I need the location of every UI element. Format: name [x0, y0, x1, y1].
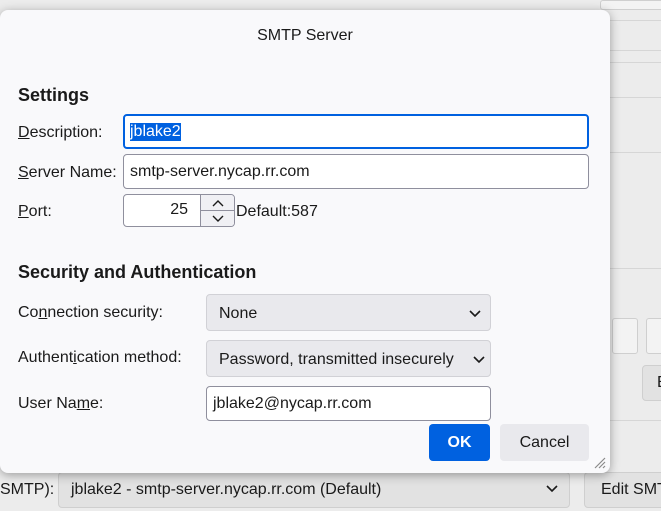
description-label: Description:	[18, 124, 103, 141]
user-name-label: User Name:	[18, 395, 104, 412]
port-label: Port:	[18, 203, 52, 220]
background-divider	[610, 97, 661, 98]
dialog-title: SMTP Server	[257, 27, 353, 44]
port-decrement-button[interactable]	[200, 211, 234, 226]
outgoing-server-label: SMTP):	[0, 481, 55, 498]
settings-heading: Settings	[18, 85, 90, 105]
chevron-down-icon	[545, 481, 559, 500]
description-value: jblake2	[130, 122, 181, 141]
background-input	[646, 318, 661, 354]
server-name-label: Server Name:	[18, 164, 117, 181]
background-edit-button[interactable]: E	[642, 365, 661, 401]
resize-grip-icon[interactable]	[592, 455, 606, 469]
server-name-value: smtp-server.nycap.rr.com	[130, 162, 310, 180]
background-divider	[610, 50, 661, 51]
description-input[interactable]: jblake2	[123, 114, 589, 149]
chevron-down-icon	[472, 352, 486, 371]
port-default-text: Default:587	[236, 203, 318, 220]
port-value: 25	[170, 201, 188, 218]
background-divider	[610, 20, 661, 21]
chevron-down-icon	[212, 215, 223, 222]
connection-security-label: Connection security:	[18, 304, 163, 321]
smtp-server-dialog: SMTP Server Settings Description: jblake…	[0, 10, 610, 473]
outgoing-server-select[interactable]: jblake2 - smtp-server.nycap.rr.com (Defa…	[58, 472, 570, 508]
background-divider	[610, 62, 661, 63]
server-name-input[interactable]: smtp-server.nycap.rr.com	[123, 154, 589, 189]
background-divider	[610, 268, 661, 269]
authentication-method-select[interactable]: Password, transmitted insecurely	[206, 340, 491, 377]
authentication-method-value: Password, transmitted insecurely	[219, 351, 454, 368]
port-increment-button[interactable]	[200, 195, 234, 211]
chevron-down-icon	[468, 306, 482, 325]
background-input	[612, 318, 638, 354]
user-name-value: jblake2@nycap.rr.com	[213, 394, 372, 412]
background-divider	[610, 420, 661, 421]
background-panel	[600, 0, 661, 10]
ok-button[interactable]: OK	[429, 424, 490, 461]
security-heading: Security and Authentication	[18, 262, 257, 282]
cancel-button[interactable]: Cancel	[500, 424, 589, 461]
authentication-method-label: Authentication method:	[18, 349, 182, 366]
chevron-up-icon	[212, 199, 223, 206]
edit-smtp-button[interactable]: Edit SMTP	[584, 472, 661, 508]
outgoing-server-value: jblake2 - smtp-server.nycap.rr.com (Defa…	[71, 481, 382, 498]
connection-security-value: None	[219, 305, 258, 322]
port-stepper[interactable]: 25	[123, 194, 235, 227]
connection-security-select[interactable]: None	[206, 294, 491, 331]
background-divider	[610, 152, 661, 153]
user-name-input[interactable]: jblake2@nycap.rr.com	[206, 386, 491, 421]
